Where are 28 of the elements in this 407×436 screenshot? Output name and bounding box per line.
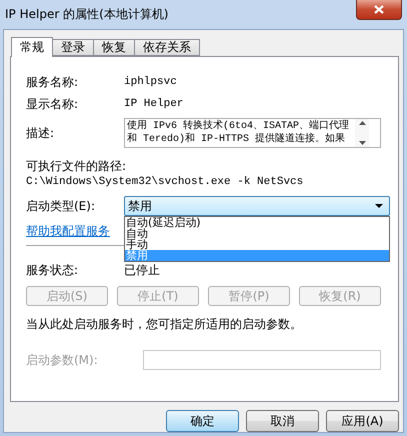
- startup-type-dropdown[interactable]: 禁用: [124, 196, 390, 216]
- caret-icon: [375, 204, 383, 208]
- tab[interactable]: 登录: [52, 39, 94, 56]
- field-value: iphlpsvc: [124, 76, 177, 88]
- dialog-button[interactable]: 取消: [246, 410, 319, 432]
- close-icon: [374, 5, 384, 14]
- dialog-button[interactable]: 确定: [166, 410, 239, 432]
- status-value: 已停止: [124, 262, 160, 278]
- help-link[interactable]: 帮助我配置服务: [26, 222, 110, 240]
- description-field[interactable]: 使用 IPv6 转换技术(6to4、ISATAP、端口代理和 Teredo)和 IP-HTTPS 提供隧道连接。如果: [124, 118, 381, 148]
- field-label: 服务名称:: [26, 74, 80, 90]
- dialog-button[interactable]: 应用(A): [326, 410, 399, 432]
- hint-text: 当从此处启动服务时，您可指定所适用的启动参数。: [26, 316, 302, 332]
- window-title: IP Helper 的属性(本地计算机): [4, 6, 168, 23]
- close-button[interactable]: [356, 0, 402, 20]
- scroll-down-icon[interactable]: [358, 141, 366, 145]
- field-label: 显示名称:: [26, 96, 80, 112]
- scroll-up-icon[interactable]: [358, 121, 366, 125]
- field-value: IP Helper: [124, 98, 184, 110]
- field-label: 启动类型(E):: [26, 198, 96, 214]
- tab[interactable]: 依存关系: [134, 39, 200, 56]
- tab[interactable]: 常规: [11, 37, 53, 57]
- path-value: C:\Windows\System32\svchost.exe -k NetSvcs: [26, 176, 304, 188]
- field-label: 服务状态:: [26, 262, 80, 278]
- field-label: 启动参数(M):: [26, 352, 99, 368]
- field-label: 可执行文件的路径:: [26, 158, 128, 174]
- field-label: 描述:: [26, 124, 56, 142]
- tab[interactable]: 恢复: [93, 39, 135, 56]
